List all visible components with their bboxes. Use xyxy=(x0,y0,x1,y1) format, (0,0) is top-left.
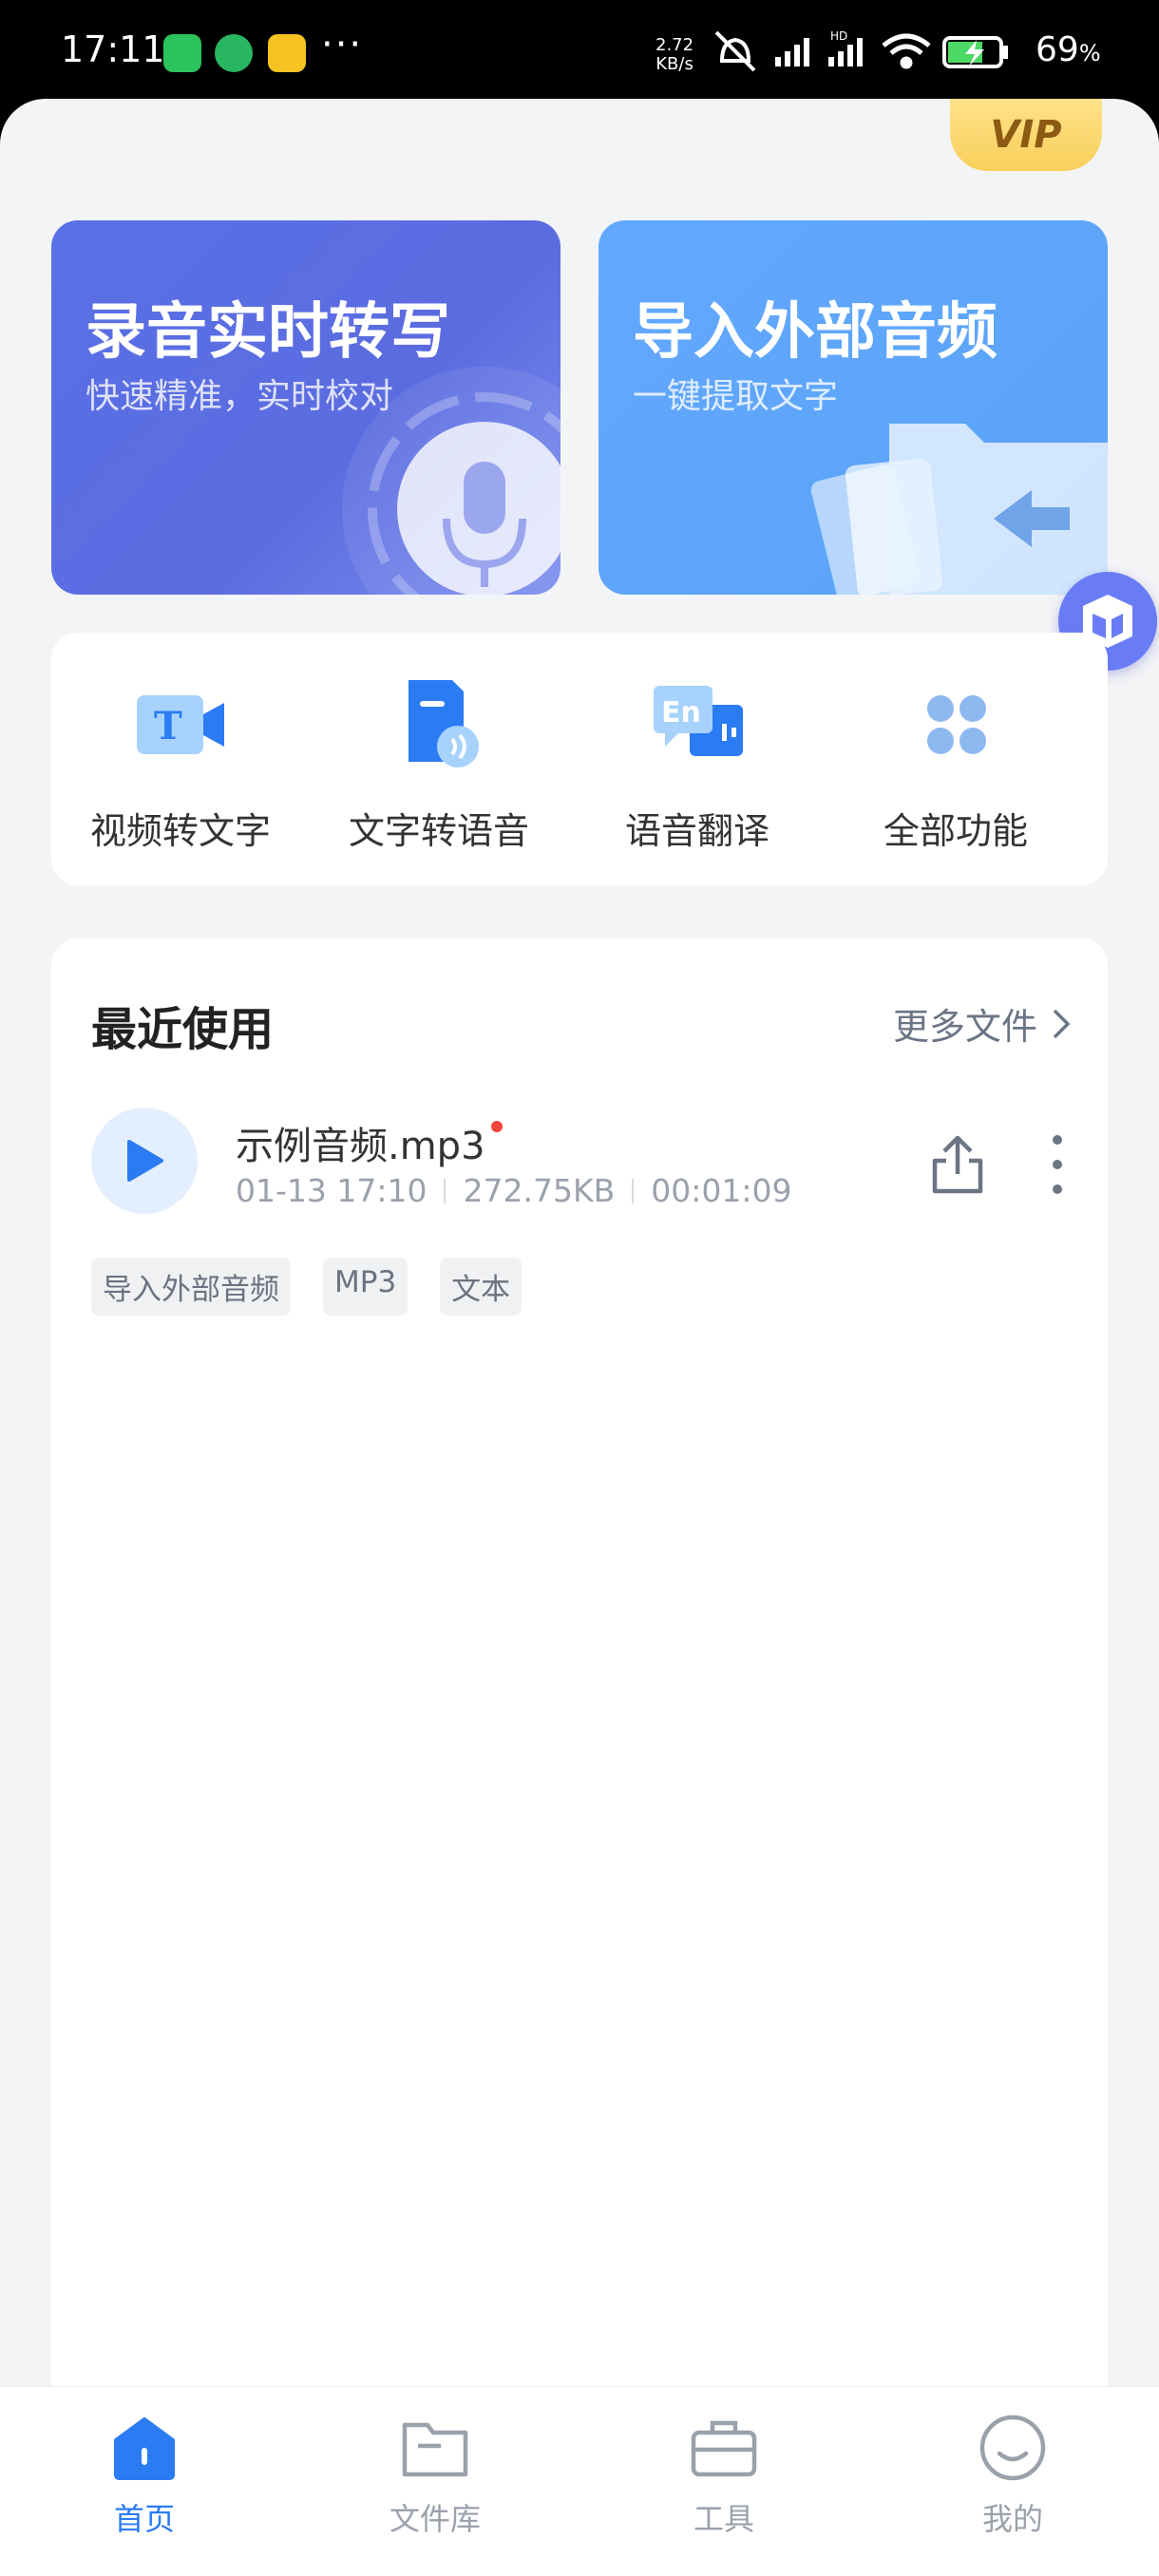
chevron-right-icon xyxy=(1053,1009,1071,1038)
record-transcribe-card[interactable]: 录音实时转写 快速精准，实时校对 xyxy=(51,220,560,595)
status-icons: HD xyxy=(714,29,1008,72)
feature-all-features[interactable]: 全部功能 xyxy=(826,633,1085,885)
more-vertical-icon[interactable] xyxy=(1043,1132,1072,1197)
svg-text:En: En xyxy=(661,696,701,729)
tab-label: 我的 xyxy=(981,2501,1043,2537)
play-icon xyxy=(127,1140,163,1182)
play-button[interactable] xyxy=(91,1108,198,1214)
file-tags: 导入外部音频 MP3 文本 xyxy=(91,1258,522,1316)
voice-translate-icon: En xyxy=(654,686,743,756)
signal-hd-icon: HD xyxy=(828,29,863,66)
more-files-label: 更多文件 xyxy=(892,1006,1037,1048)
import-card-title: 导入外部音频 xyxy=(633,297,998,368)
text-to-speech-icon xyxy=(408,680,479,767)
tab-tools[interactable]: 工具 xyxy=(648,2412,800,2539)
status-time: 17:11 xyxy=(61,28,165,70)
svg-text:HD: HD xyxy=(830,29,847,43)
file-tag: 文本 xyxy=(440,1258,522,1316)
feature-label: 视频转文字 xyxy=(89,810,271,852)
tab-home[interactable]: 首页 xyxy=(68,2412,220,2539)
file-duration: 00:01:09 xyxy=(651,1172,792,1209)
microphone-icon xyxy=(342,367,560,595)
feature-video-to-text[interactable]: T 视频转文字 xyxy=(51,633,310,885)
feature-label: 文字转语音 xyxy=(348,810,529,852)
folder-import-icon xyxy=(810,424,1108,595)
toolbox-icon xyxy=(691,2420,757,2477)
status-bar: 17:11 ··· 2.72 KB/s HD 69% xyxy=(0,0,1159,104)
smile-face-icon xyxy=(979,2415,1046,2481)
file-name: 示例音频.mp3 xyxy=(236,1115,503,1170)
feature-label: 全部功能 xyxy=(883,810,1028,852)
unread-dot xyxy=(490,1121,503,1132)
import-audio-card[interactable]: 导入外部音频 一键提取文字 xyxy=(598,220,1108,595)
tab-label: 文件库 xyxy=(389,2501,481,2537)
battery-icon xyxy=(942,36,1008,68)
recent-section: 最近使用 更多文件 示例音频.mp3 01-13 17:10 272.75KB … xyxy=(51,938,1108,2576)
vip-button[interactable]: VIP xyxy=(950,99,1102,171)
mute-icon xyxy=(714,30,756,72)
feature-text-to-speech[interactable]: 文字转语音 xyxy=(310,633,568,885)
app-screen: VIP 录音实时转写 快速精准，实时校对 导入外部音频 一键提取文字 T 视频转… xyxy=(0,99,1159,2576)
file-tag: MP3 xyxy=(323,1258,408,1316)
svg-text:T: T xyxy=(154,704,182,748)
system-navigation-bar xyxy=(0,2557,1159,2576)
feature-grid: T 视频转文字 文字转语音 En 语音翻译 全部功能 xyxy=(51,633,1108,885)
folder-icon xyxy=(402,2422,468,2477)
feature-voice-translate[interactable]: En 语音翻译 xyxy=(568,633,826,885)
tab-label: 首页 xyxy=(113,2501,175,2537)
wechat-icon xyxy=(163,34,201,72)
home-icon xyxy=(114,2417,175,2480)
more-files-link[interactable]: 更多文件 xyxy=(893,997,1072,1050)
recent-title: 最近使用 xyxy=(91,1003,275,1056)
bottom-tab-bar: 首页 文件库 工具 我的 xyxy=(0,2386,1159,2557)
share-icon[interactable] xyxy=(925,1132,990,1197)
tab-file-library[interactable]: 文件库 xyxy=(359,2412,511,2539)
divider xyxy=(444,1178,446,1203)
file-meta: 01-13 17:10 272.75KB 00:01:09 xyxy=(236,1172,791,1209)
signal-icon xyxy=(775,38,809,66)
video-to-text-icon: T xyxy=(137,695,224,754)
all-features-icon xyxy=(927,695,986,754)
network-speed: 2.72 KB/s xyxy=(656,35,694,74)
wifi-icon xyxy=(882,33,931,69)
divider xyxy=(632,1178,635,1203)
file-date: 01-13 17:10 xyxy=(236,1172,428,1209)
feature-label: 语音翻译 xyxy=(624,810,770,852)
tab-profile[interactable]: 我的 xyxy=(937,2412,1089,2539)
file-tag: 导入外部音频 xyxy=(91,1258,291,1316)
app-green-icon xyxy=(215,34,253,72)
file-size: 272.75KB xyxy=(463,1172,616,1209)
app-yellow-icon xyxy=(268,34,306,72)
more-notifications-icon: ··· xyxy=(321,23,364,66)
battery-level: 69% xyxy=(1036,30,1101,69)
tab-label: 工具 xyxy=(693,2501,754,2537)
